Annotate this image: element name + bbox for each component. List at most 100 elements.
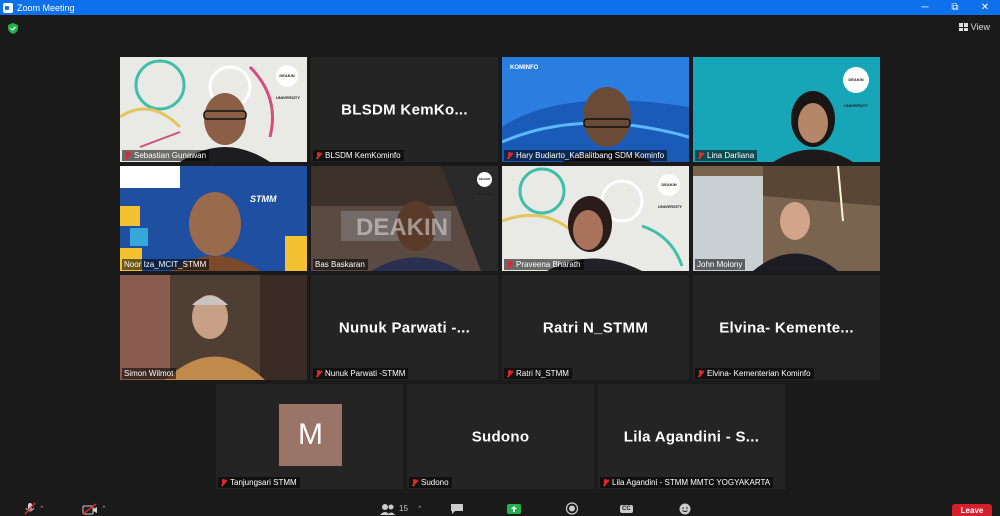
video-tile-noor-iza[interactable]: STMM Noor Iza_MCIT_STMM [120,166,307,271]
participant-name-tag: BLSDM KemKominfo [313,150,404,161]
mic-muted-icon [602,478,609,487]
share-screen-button[interactable] [506,502,522,515]
deakin-logo: DEAKIN UNIVERSITY [477,172,495,196]
video-off-icon [82,502,97,515]
participant-display-name: Sudono [471,428,530,445]
participant-name-tag: Lila Agandini - STMM MMTC YOGYAKARTA [600,477,774,488]
grid-view-icon [958,23,968,31]
video-tile-lila-agandini[interactable]: Lila Agandini - S... Lila Agandini - STM… [598,384,785,489]
view-button[interactable]: View [958,22,990,32]
view-label: View [970,22,990,32]
participant-name: Sebastian Gunawan [134,151,207,160]
video-feed [693,166,880,271]
video-options-caret[interactable]: ⌃ [101,505,107,513]
audio-options-caret[interactable]: ⌃ [39,505,45,513]
zoom-app-icon [3,2,13,13]
stmm-logo: STMM [250,194,277,204]
participant-name-tag: Noor Iza_MCIT_STMM [122,259,210,270]
mic-muted-icon [315,151,322,160]
video-tile-elvina[interactable]: Elvina- Kemente... Elvina- Kementerian K… [693,275,880,380]
participant-name: Praveena Bharath [516,260,581,269]
share-screen-icon [507,503,521,514]
mic-off-icon [24,502,36,515]
encryption-shield-icon[interactable] [8,23,18,34]
title-bar: Zoom Meeting ─ ⧉ ✕ [0,0,1000,15]
close-button[interactable]: ✕ [970,0,1000,15]
deakin-logo: DEAKIN UNIVERSITY [843,67,869,108]
participants-button[interactable]: 15 ⌃ [380,502,423,515]
video-feed [502,57,689,162]
participant-display-name: Ratri N_STMM [542,319,649,336]
video-tile-simon-wilmot[interactable]: Simon Wilmot [120,275,307,380]
participant-display-name: Nunuk Parwati -... [338,319,471,336]
participant-name-tag: Sebastian Gunawan [122,150,210,161]
participants-icon [380,503,395,515]
window-title: Zoom Meeting [17,2,75,13]
meeting-toolbar: ⌃ ⌃ 15 ⌃ CC Leave [0,500,1000,516]
video-tile-lina-darliana[interactable]: DEAKIN UNIVERSITY Lina Darliana [693,57,880,162]
closed-caption-icon: CC [620,504,633,513]
mute-button[interactable]: ⌃ [24,502,45,515]
participant-name-tag: Simon Wilmot [122,368,177,379]
participant-name: Nunuk Parwati -STMM [325,369,406,378]
deakin-logo: DEAKIN UNIVERSITY [276,65,300,100]
video-tile-sudono[interactable]: Sudono Sudono [407,384,594,489]
participant-name-tag: Nunuk Parwati -STMM [313,368,409,379]
mic-muted-icon [315,369,322,378]
reactions-icon [679,503,691,515]
video-tile-sebastian-gunawan[interactable]: DEAKIN UNIVERSITY Sebastian Gunawan [120,57,307,162]
video-tile-bas-baskaran[interactable]: DEAKIN DEAKIN UNIVERSITY Bas Baskaran [311,166,498,271]
participant-name-tag: Lina Darliana [695,150,758,161]
video-feed [120,275,307,380]
participant-display-name: Elvina- Kemente... [719,319,854,336]
chat-icon [451,503,463,514]
participants-count: 15 [399,504,408,513]
participant-name-tag: John Molony [695,259,746,270]
mic-muted-icon [697,369,704,378]
mic-muted-icon [220,478,227,487]
mic-muted-icon [124,151,131,160]
start-video-button[interactable]: ⌃ [82,502,107,515]
reactions-button[interactable] [678,502,692,515]
avatar: M [279,404,342,466]
participant-name: Sudono [421,478,449,487]
video-tile-john-molony[interactable]: John Molony [693,166,880,271]
record-icon [565,502,579,515]
video-feed [120,166,307,271]
participant-display-name: BLSDM KemKo... [341,101,468,118]
participant-name-tag: Bas Baskaran [313,259,368,270]
mic-muted-icon [506,151,513,160]
participant-name: Bas Baskaran [315,260,365,269]
mic-muted-icon [506,369,513,378]
leave-button[interactable]: Leave [952,504,992,516]
video-tile-blsdm-kemkominfo[interactable]: BLSDM KemKo... BLSDM KemKominfo [311,57,498,162]
kominfo-logo: KOMINFO [510,65,539,71]
participant-name-tag: Praveena Bharath [504,259,584,270]
participant-name: Simon Wilmot [124,369,174,378]
closed-caption-button[interactable]: CC [620,502,633,515]
participant-name-tag: Sudono [409,477,452,488]
maximize-button[interactable]: ⧉ [940,0,970,15]
mic-muted-icon [411,478,418,487]
record-button[interactable] [565,502,579,515]
video-tile-nunuk-parwati[interactable]: Nunuk Parwati -... Nunuk Parwati -STMM [311,275,498,380]
participant-name: Noor Iza_MCIT_STMM [124,260,207,269]
video-tile-hary-budiarto[interactable]: KOMINFO Hary Budiarto_KaBalitbang SDM Ko… [502,57,689,162]
video-tile-ratri-n[interactable]: Ratri N_STMM Ratri N_STMM [502,275,689,380]
participant-name-tag: Elvina- Kementerian Kominfo [695,368,814,379]
participant-name: BLSDM KemKominfo [325,151,401,160]
deakin-background-text: DEAKIN [356,214,449,241]
chat-button[interactable] [450,502,464,515]
video-tile-praveena-bharath[interactable]: DEAKIN UNIVERSITY Praveena Bharath [502,166,689,271]
video-tile-tanjungsari[interactable]: M Tanjungsari STMM [216,384,403,489]
participant-name: Ratri N_STMM [516,369,569,378]
participants-options-caret[interactable]: ⌃ [417,505,423,513]
participant-name: Elvina- Kementerian Kominfo [707,369,811,378]
participant-name-tag: Tanjungsari STMM [218,477,300,488]
participant-name: John Molony [697,260,743,269]
participant-name: Lila Agandini - STMM MMTC YOGYAKARTA [612,478,771,487]
mic-muted-icon [506,260,513,269]
minimize-button[interactable]: ─ [910,0,940,15]
participant-name: Hary Budiarto_KaBalitbang SDM Kominfo [516,151,665,160]
participant-display-name: Lila Agandini - S... [623,428,760,445]
